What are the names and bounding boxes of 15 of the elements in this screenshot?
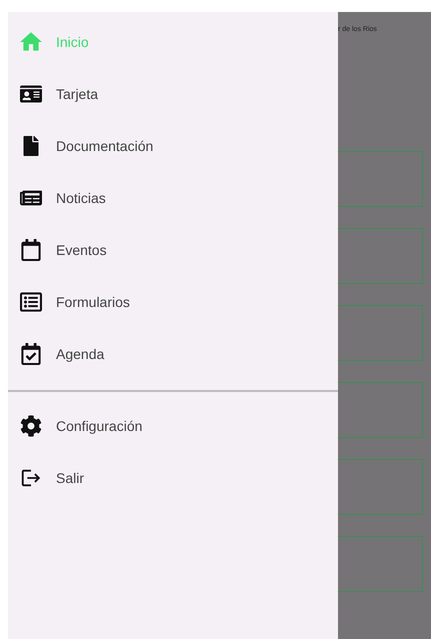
menu-item[interactable]: Configuración <box>8 400 338 452</box>
menu-item[interactable]: Agenda <box>8 328 338 380</box>
calendar-check-icon <box>20 343 42 365</box>
menu-item[interactable]: Eventos <box>8 224 338 276</box>
document-icon <box>21 136 41 156</box>
calendar-icon <box>20 239 42 261</box>
form-icon <box>20 291 42 313</box>
menu-item[interactable]: Salir <box>8 452 338 504</box>
menu-item[interactable]: Documentación <box>8 120 338 172</box>
id-card-icon <box>20 83 42 105</box>
logout-icon <box>20 467 42 489</box>
menu-item[interactable]: Formularios <box>8 276 338 328</box>
settings-icon <box>20 415 42 437</box>
menu-item[interactable]: Noticias <box>8 172 338 224</box>
menu-item[interactable]: Tarjeta <box>8 68 338 120</box>
